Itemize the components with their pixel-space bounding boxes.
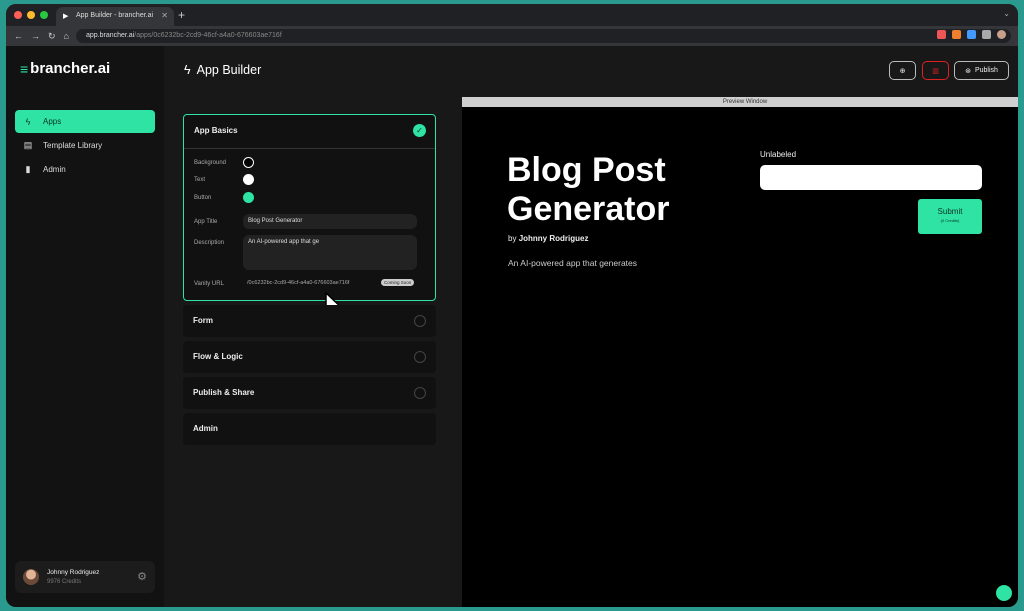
url-path: /apps/0c6232bc-2cd9-46cf-a4a0-676603ae71…	[134, 32, 282, 39]
bolt-icon: ϟ	[184, 63, 191, 77]
divider	[184, 148, 435, 149]
avatar	[23, 569, 39, 585]
check-icon: ✓	[413, 124, 426, 137]
close-window-button[interactable]	[14, 11, 22, 19]
forward-icon[interactable]: →	[31, 31, 40, 42]
tab-bar: ▶ App Builder - brancher.ai ✕ + ⌄	[6, 4, 1018, 26]
chart-icon: ▮	[25, 164, 31, 174]
tab-search-chevron-icon[interactable]: ⌄	[1003, 9, 1010, 18]
address-bar: ← → ↻ ⌂ app.brancher.ai/apps/0c6232bc-2c…	[6, 26, 1018, 46]
minimize-window-button[interactable]	[27, 11, 35, 19]
url-host: app.brancher.ai	[86, 32, 135, 39]
library-icon: ▤	[23, 140, 33, 150]
user-card[interactable]: Johnny Rodriguez 9976 Credits ⚙	[15, 561, 155, 593]
extensions-puzzle-icon[interactable]	[982, 30, 991, 39]
app-title-input[interactable]: Blog Post Generator	[243, 214, 417, 229]
user-credits: 9976 Credits	[47, 579, 82, 585]
section-title: Flow & Logic	[193, 352, 243, 361]
extension-fox-icon[interactable]	[952, 30, 961, 39]
sidebar-item-label: Admin	[43, 165, 66, 174]
nav-buttons: ← → ↻ ⌂	[14, 31, 69, 42]
window-controls	[14, 11, 48, 19]
section-title: Publish & Share	[193, 388, 255, 397]
button-color-swatch[interactable]	[243, 192, 254, 203]
description-label: Description	[194, 240, 225, 246]
extension-red-icon[interactable]	[937, 30, 946, 39]
text-color-swatch[interactable]	[243, 174, 254, 185]
builder-panel: App Basics ✓ Background Text Button App …	[183, 114, 436, 449]
sidebar-item-apps[interactable]: ϟ Apps	[15, 110, 155, 133]
background-color-swatch[interactable]	[243, 157, 254, 168]
byline-prefix: by	[508, 234, 517, 243]
app-title-label: App Title	[194, 219, 218, 225]
bolt-icon: ϟ	[25, 116, 31, 127]
trash-icon: ▥	[932, 67, 939, 75]
browser-tab[interactable]: ▶ App Builder - brancher.ai ✕	[56, 7, 174, 26]
byline-author: Johnny Rodriguez	[518, 234, 589, 243]
logo-text: brancher.ai	[30, 60, 111, 77]
button-label: Button	[194, 195, 212, 201]
close-tab-icon[interactable]: ✕	[161, 11, 168, 20]
section-app-basics: App Basics ✓ Background Text Button App …	[183, 114, 436, 325]
preview-window-label: Preview Window	[462, 97, 1018, 107]
page-title-text: App Builder	[196, 63, 262, 77]
main-area: ϟ App Builder ⊕ ▥ ⊛ Publish App Basics ✓…	[164, 46, 1018, 607]
back-icon[interactable]: ←	[14, 31, 23, 42]
extension-blue-icon[interactable]	[967, 30, 976, 39]
url-field[interactable]: app.brancher.ai/apps/0c6232bc-2cd9-46cf-…	[76, 29, 1011, 43]
new-tab-button[interactable]: +	[178, 8, 185, 22]
section-title: Form	[193, 316, 213, 325]
chat-bubble-icon[interactable]	[996, 585, 1012, 601]
vanity-url-value: /0c6232bc-2cd9-46cf-a4a0-676603ae716f	[247, 280, 350, 286]
preview-app-title: Blog Post Generator	[507, 151, 670, 228]
maximize-window-button[interactable]	[40, 11, 48, 19]
brand-logo[interactable]: ≡ brancher.ai	[20, 60, 110, 77]
page-title: ϟ App Builder	[184, 63, 261, 77]
coming-soon-badge: Coming Soon	[381, 279, 415, 286]
gear-icon[interactable]: ⚙	[137, 570, 147, 583]
text-label: Text	[194, 177, 206, 183]
section-admin[interactable]: Admin	[183, 413, 436, 445]
sidebar-item-admin[interactable]: ▮ Admin	[15, 158, 155, 181]
logo-mark-icon: ≡	[20, 60, 28, 77]
favicon-icon: ▶	[63, 13, 69, 20]
preview-description: An AI-powered app that generates	[508, 258, 638, 268]
add-button[interactable]: ⊕	[889, 61, 916, 80]
description-textarea[interactable]: An AI-powered app that ge	[243, 235, 417, 270]
section-flow-logic[interactable]: Flow & Logic	[183, 341, 436, 373]
status-circle-icon	[414, 351, 426, 363]
reload-icon[interactable]: ↻	[48, 31, 56, 42]
status-circle-icon	[414, 315, 426, 327]
plus-circle-icon: ⊕	[899, 67, 906, 75]
background-label: Background	[194, 160, 227, 166]
section-title[interactable]: App Basics	[194, 126, 238, 135]
sidebar-item-label: Template Library	[43, 141, 103, 150]
section-title: Admin	[193, 424, 218, 433]
sidebar: ≡ brancher.ai ϟ Apps ▤ Template Library …	[6, 46, 164, 607]
delete-button[interactable]: ▥	[922, 61, 949, 80]
extension-icons	[937, 30, 1006, 39]
preview-input[interactable]	[760, 165, 982, 190]
sidebar-item-template-library[interactable]: ▤ Template Library	[15, 134, 155, 157]
section-form[interactable]: Form	[183, 305, 436, 337]
section-publish-share[interactable]: Publish & Share	[183, 377, 436, 409]
preview-field-label: Unlabeled	[760, 150, 797, 159]
preview-window: Blog Post Generator by Johnny Rodriguez …	[462, 107, 1018, 607]
preview-submit-button[interactable]: Submit (0 Credits)	[918, 199, 982, 234]
profile-avatar[interactable]	[997, 30, 1006, 39]
vanity-url-label: Vanity URL	[194, 281, 224, 287]
submit-label: Submit	[937, 207, 963, 216]
publish-label: Publish	[974, 67, 998, 74]
status-circle-icon	[414, 387, 426, 399]
tab-title: App Builder - brancher.ai	[76, 12, 154, 19]
globe-icon: ⊛	[965, 67, 971, 75]
sidebar-item-label: Apps	[43, 117, 62, 126]
preview-byline: by Johnny Rodriguez	[508, 234, 588, 243]
submit-credits: (0 Credits)	[940, 218, 960, 223]
user-name: Johnny Rodriguez	[47, 569, 100, 576]
home-icon[interactable]: ⌂	[64, 31, 69, 42]
browser-window: ▶ App Builder - brancher.ai ✕ + ⌄ ← → ↻ …	[6, 4, 1018, 607]
publish-button[interactable]: ⊛ Publish	[954, 61, 1009, 80]
sidebar-nav: ϟ Apps ▤ Template Library ▮ Admin	[15, 110, 155, 182]
